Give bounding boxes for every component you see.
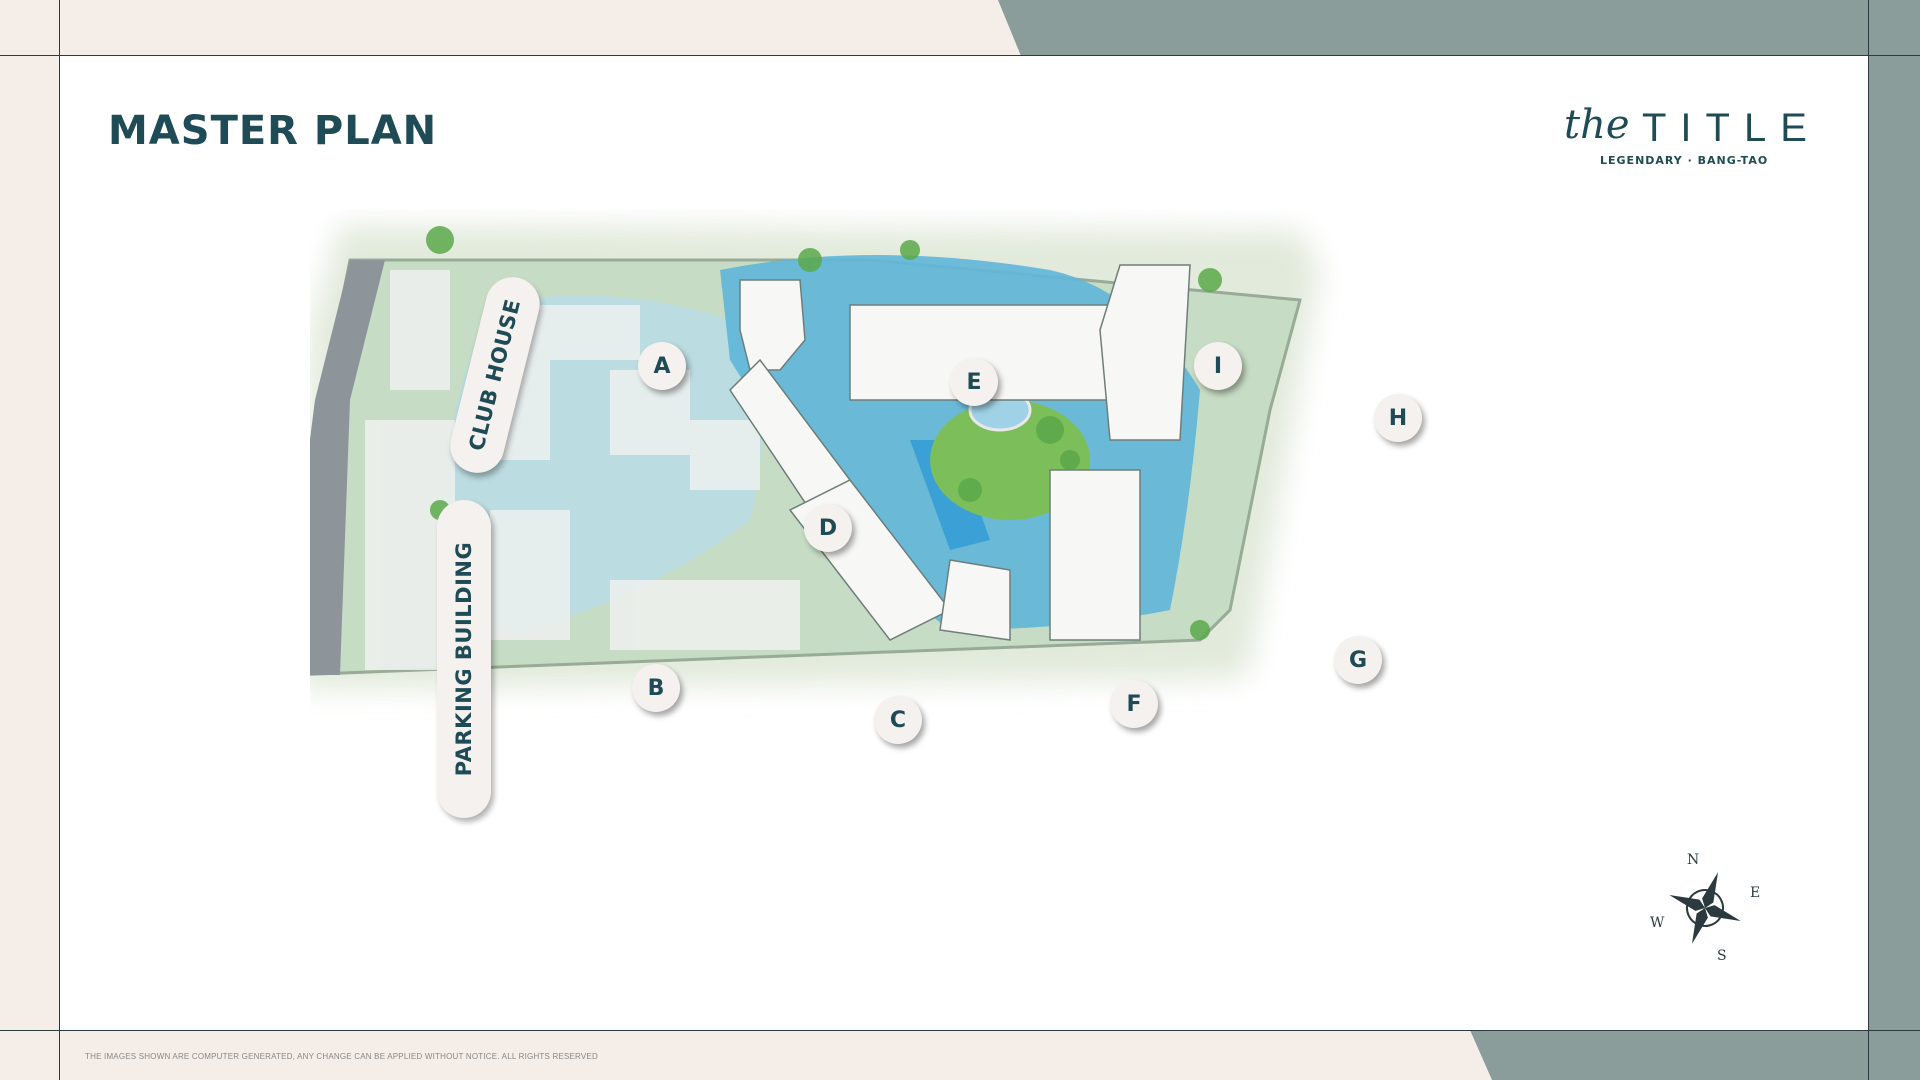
parking-building-label: PARKING BUILDING <box>452 541 476 777</box>
frame-line-top <box>0 55 1920 56</box>
logo-the-word: the <box>1564 102 1630 148</box>
building-a-label: A <box>653 353 671 379</box>
compass-east-label: E <box>1750 885 1761 901</box>
frame-line-bottom <box>0 1030 1920 1031</box>
master-plan-map: A B C D E F G H I CLUB HOUSE PARKING BUI… <box>280 210 1630 850</box>
right-frame-teal-band <box>1868 0 1920 1080</box>
building-i-label: I <box>1213 353 1223 379</box>
building-e-label: E <box>966 369 982 395</box>
building-h-label: H <box>1388 405 1408 431</box>
building-b-marker[interactable]: B <box>632 664 680 712</box>
building-d-label: D <box>818 515 838 541</box>
building-a-marker[interactable]: A <box>638 342 686 390</box>
frame-line-left <box>59 0 60 1080</box>
compass-rose: N E S W <box>1640 850 1770 980</box>
frame-line-right <box>1868 0 1869 1080</box>
compass-west-label: W <box>1650 915 1665 931</box>
compass-south-label: S <box>1717 948 1727 964</box>
building-c-marker[interactable]: C <box>874 696 922 744</box>
building-f-marker[interactable]: F <box>1110 680 1158 728</box>
logo-title-word: TITLE <box>1642 106 1821 150</box>
logo-tagline: LEGENDARY · BANG-TAO <box>1600 154 1769 167</box>
building-d-marker[interactable]: D <box>804 504 852 552</box>
building-g-marker[interactable]: G <box>1334 636 1382 684</box>
compass-north-label: N <box>1687 852 1700 868</box>
page-title: MASTER PLAN <box>108 108 438 154</box>
building-b-label: B <box>647 675 665 701</box>
building-g-label: G <box>1348 647 1368 673</box>
building-f-label: F <box>1126 691 1142 717</box>
parking-building-pill[interactable]: PARKING BUILDING <box>437 500 491 818</box>
building-h-marker[interactable]: H <box>1374 394 1422 442</box>
footer-disclaimer: THE IMAGES SHOWN ARE COMPUTER GENERATED,… <box>85 1052 598 1061</box>
brand-logo: the TITLE LEGENDARY · BANG-TAO <box>1560 102 1820 172</box>
building-i-marker[interactable]: I <box>1194 342 1242 390</box>
building-c-label: C <box>889 707 907 733</box>
building-e-marker[interactable]: E <box>950 358 998 406</box>
